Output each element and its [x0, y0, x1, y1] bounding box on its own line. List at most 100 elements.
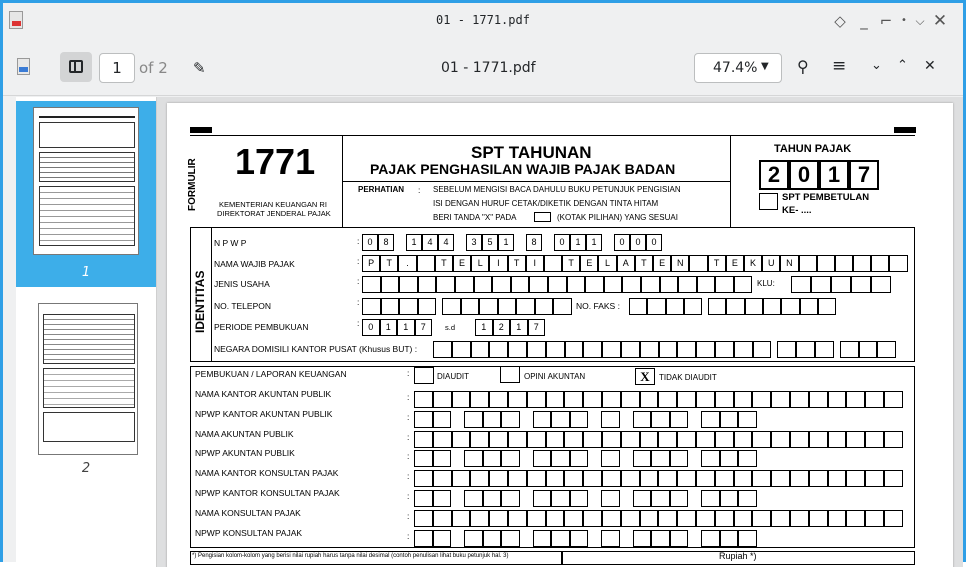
char-cell[interactable]	[883, 470, 903, 488]
char-cell[interactable]	[695, 470, 715, 488]
char-cell[interactable]	[585, 276, 604, 293]
char-cell[interactable]	[658, 430, 678, 448]
char-cell[interactable]	[464, 450, 483, 468]
char-cell[interactable]: 0	[554, 234, 570, 251]
char-cell[interactable]	[827, 509, 847, 527]
char-cell[interactable]	[566, 276, 586, 293]
char-cell[interactable]	[414, 430, 433, 448]
npwp-field[interactable]: 081443518011000	[362, 234, 662, 251]
char-cell[interactable]	[651, 410, 670, 428]
char-cell[interactable]	[733, 430, 753, 448]
char-cell[interactable]	[651, 490, 670, 507]
char-cell[interactable]	[362, 298, 381, 315]
find-previous-chevron-icon[interactable]: ⌃	[897, 58, 908, 73]
periode-end-field[interactable]: 1217	[475, 319, 545, 336]
char-cell[interactable]	[436, 276, 455, 293]
char-cell[interactable]	[846, 430, 866, 448]
char-cell[interactable]	[817, 298, 837, 315]
char-cell[interactable]	[497, 298, 516, 315]
char-cell[interactable]	[532, 490, 551, 507]
char-cell[interactable]	[399, 276, 418, 293]
char-cell[interactable]	[814, 341, 834, 358]
zoom-select[interactable]: 47.4% ▼	[694, 53, 782, 83]
char-cell[interactable]	[714, 509, 734, 527]
char-cell[interactable]	[651, 450, 670, 468]
char-cell[interactable]	[583, 341, 603, 358]
char-cell[interactable]	[811, 276, 831, 293]
char-cell[interactable]	[752, 430, 772, 448]
char-cell[interactable]	[752, 470, 772, 488]
char-cell[interactable]	[482, 529, 501, 547]
char-cell[interactable]	[601, 529, 620, 547]
char-cell[interactable]	[482, 490, 501, 507]
char-cell[interactable]: 1	[586, 234, 602, 251]
char-cell[interactable]	[569, 490, 588, 507]
char-cell[interactable]	[695, 430, 715, 448]
pembetulan-checkbox[interactable]	[759, 193, 778, 210]
char-cell[interactable]: U	[762, 255, 781, 272]
char-cell[interactable]	[827, 470, 847, 488]
char-cell[interactable]: A	[616, 255, 635, 272]
annotate-pencil-icon[interactable]: ✎	[193, 59, 206, 77]
char-cell[interactable]	[534, 298, 553, 315]
char-cell[interactable]	[516, 298, 535, 315]
char-cell[interactable]	[708, 298, 727, 315]
char-cell[interactable]	[501, 529, 520, 547]
char-cell[interactable]	[738, 529, 757, 547]
char-cell[interactable]	[771, 391, 790, 408]
char-cell[interactable]	[701, 490, 720, 507]
char-cell[interactable]	[399, 298, 418, 315]
char-cell[interactable]	[669, 529, 688, 547]
char-cell[interactable]	[414, 391, 433, 408]
char-cell[interactable]	[839, 341, 859, 358]
char-cell[interactable]	[808, 509, 828, 527]
char-cell[interactable]	[414, 509, 433, 527]
char-cell[interactable]	[714, 341, 734, 358]
char-cell[interactable]: 0	[614, 234, 630, 251]
char-cell[interactable]	[583, 430, 602, 448]
char-cell[interactable]: 4	[438, 234, 454, 251]
char-cell[interactable]	[451, 391, 471, 408]
char-cell[interactable]	[414, 450, 433, 468]
char-cell[interactable]	[846, 470, 866, 488]
char-cell[interactable]	[620, 341, 640, 358]
char-cell[interactable]	[629, 298, 648, 315]
char-cell[interactable]	[532, 450, 551, 468]
telepon-field[interactable]	[362, 298, 572, 315]
char-cell[interactable]: 0	[630, 234, 646, 251]
char-cell[interactable]	[738, 450, 757, 468]
char-cell[interactable]	[677, 470, 696, 488]
audit-row-field[interactable]	[414, 391, 903, 408]
jenis-usaha-field[interactable]	[362, 276, 753, 293]
char-cell[interactable]	[827, 430, 847, 448]
char-cell[interactable]	[883, 509, 903, 527]
char-cell[interactable]	[714, 391, 734, 408]
char-cell[interactable]	[658, 470, 678, 488]
char-cell[interactable]	[545, 470, 565, 488]
char-cell[interactable]	[547, 276, 567, 293]
char-cell[interactable]	[853, 255, 872, 272]
char-cell[interactable]: 7	[414, 319, 432, 336]
char-cell[interactable]	[677, 341, 697, 358]
char-cell[interactable]: L	[598, 255, 617, 272]
char-cell[interactable]	[701, 529, 720, 547]
tidak-diaudit-checkbox[interactable]: X	[635, 368, 655, 385]
char-cell[interactable]	[432, 391, 452, 408]
char-cell[interactable]	[545, 509, 565, 527]
char-cell[interactable]: T	[434, 255, 453, 272]
char-cell[interactable]	[601, 470, 621, 488]
klu-field[interactable]	[791, 276, 891, 293]
char-cell[interactable]	[677, 391, 696, 408]
char-cell[interactable]	[744, 298, 764, 315]
char-cell[interactable]	[432, 430, 452, 448]
char-cell[interactable]: 1	[570, 234, 586, 251]
char-cell[interactable]	[526, 470, 546, 488]
char-cell[interactable]	[695, 509, 715, 527]
char-cell[interactable]	[362, 276, 381, 293]
audit-row-field[interactable]	[414, 430, 903, 448]
char-cell[interactable]	[696, 341, 715, 358]
char-cell[interactable]	[507, 391, 527, 408]
char-cell[interactable]	[669, 450, 688, 468]
char-cell[interactable]	[432, 490, 451, 507]
char-cell[interactable]	[827, 391, 847, 408]
